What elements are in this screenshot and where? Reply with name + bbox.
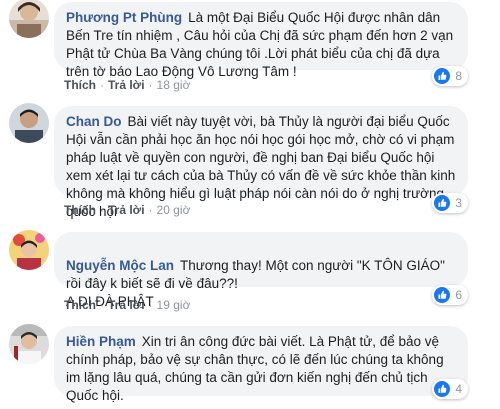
like-link[interactable]: Thích — [64, 298, 96, 312]
comment-author[interactable]: Nguyễn Mộc Lan — [66, 258, 174, 273]
comment-bubble: Chan Do Bài viết này tuyệt vời, bà Thủy l… — [54, 106, 468, 219]
reaction-count[interactable]: 6 — [432, 285, 468, 305]
like-link[interactable]: Thích — [64, 78, 96, 92]
reaction-count[interactable]: 8 — [432, 66, 468, 86]
reaction-count[interactable]: 3 — [432, 193, 468, 213]
like-icon — [434, 68, 451, 84]
avatar[interactable] — [9, 0, 49, 38]
like-link[interactable]: Thích — [64, 203, 96, 217]
avatar[interactable] — [9, 324, 49, 364]
like-icon — [434, 287, 451, 303]
comment-actions: Thích · Trả lời · 18 giờ — [64, 78, 191, 92]
comment-author[interactable]: Chan Do — [66, 114, 122, 129]
comment-time[interactable]: 18 giờ — [157, 78, 191, 92]
reaction-count-value: 8 — [455, 69, 462, 83]
comment-author[interactable]: Phương Pt Phùng — [66, 10, 182, 25]
reply-link[interactable]: Trả lời — [108, 298, 145, 312]
comment-actions: Thích · Trả lời · 20 giờ — [64, 203, 191, 217]
comment-time[interactable]: 20 giờ — [157, 203, 191, 217]
reply-link[interactable]: Trả lời — [108, 203, 145, 217]
comment-bubble: Hiền Phạm Xin tri ân công đức bài viết. L… — [54, 326, 468, 403]
reply-link[interactable]: Trả lời — [108, 78, 145, 92]
reaction-count-value: 6 — [455, 288, 462, 302]
avatar[interactable] — [9, 103, 49, 143]
reaction-count-value: 3 — [455, 196, 462, 210]
avatar[interactable] — [9, 230, 49, 270]
comment-author[interactable]: Hiền Phạm — [66, 334, 136, 349]
reaction-count[interactable]: 4 — [432, 379, 468, 399]
like-icon — [434, 381, 451, 397]
comment-time[interactable]: 19 giờ — [157, 298, 191, 312]
comment-actions: Thích · Trả lời · 19 giờ — [64, 298, 191, 312]
comment-bubble: Phương Pt Phùng Là một Đại Biểu Quốc Hội … — [54, 2, 468, 79]
reaction-count-value: 4 — [455, 382, 462, 396]
comment-bubble: Nguyễn Mộc Lan Thương thay! Một con người… — [54, 232, 468, 309]
like-icon — [434, 195, 451, 211]
